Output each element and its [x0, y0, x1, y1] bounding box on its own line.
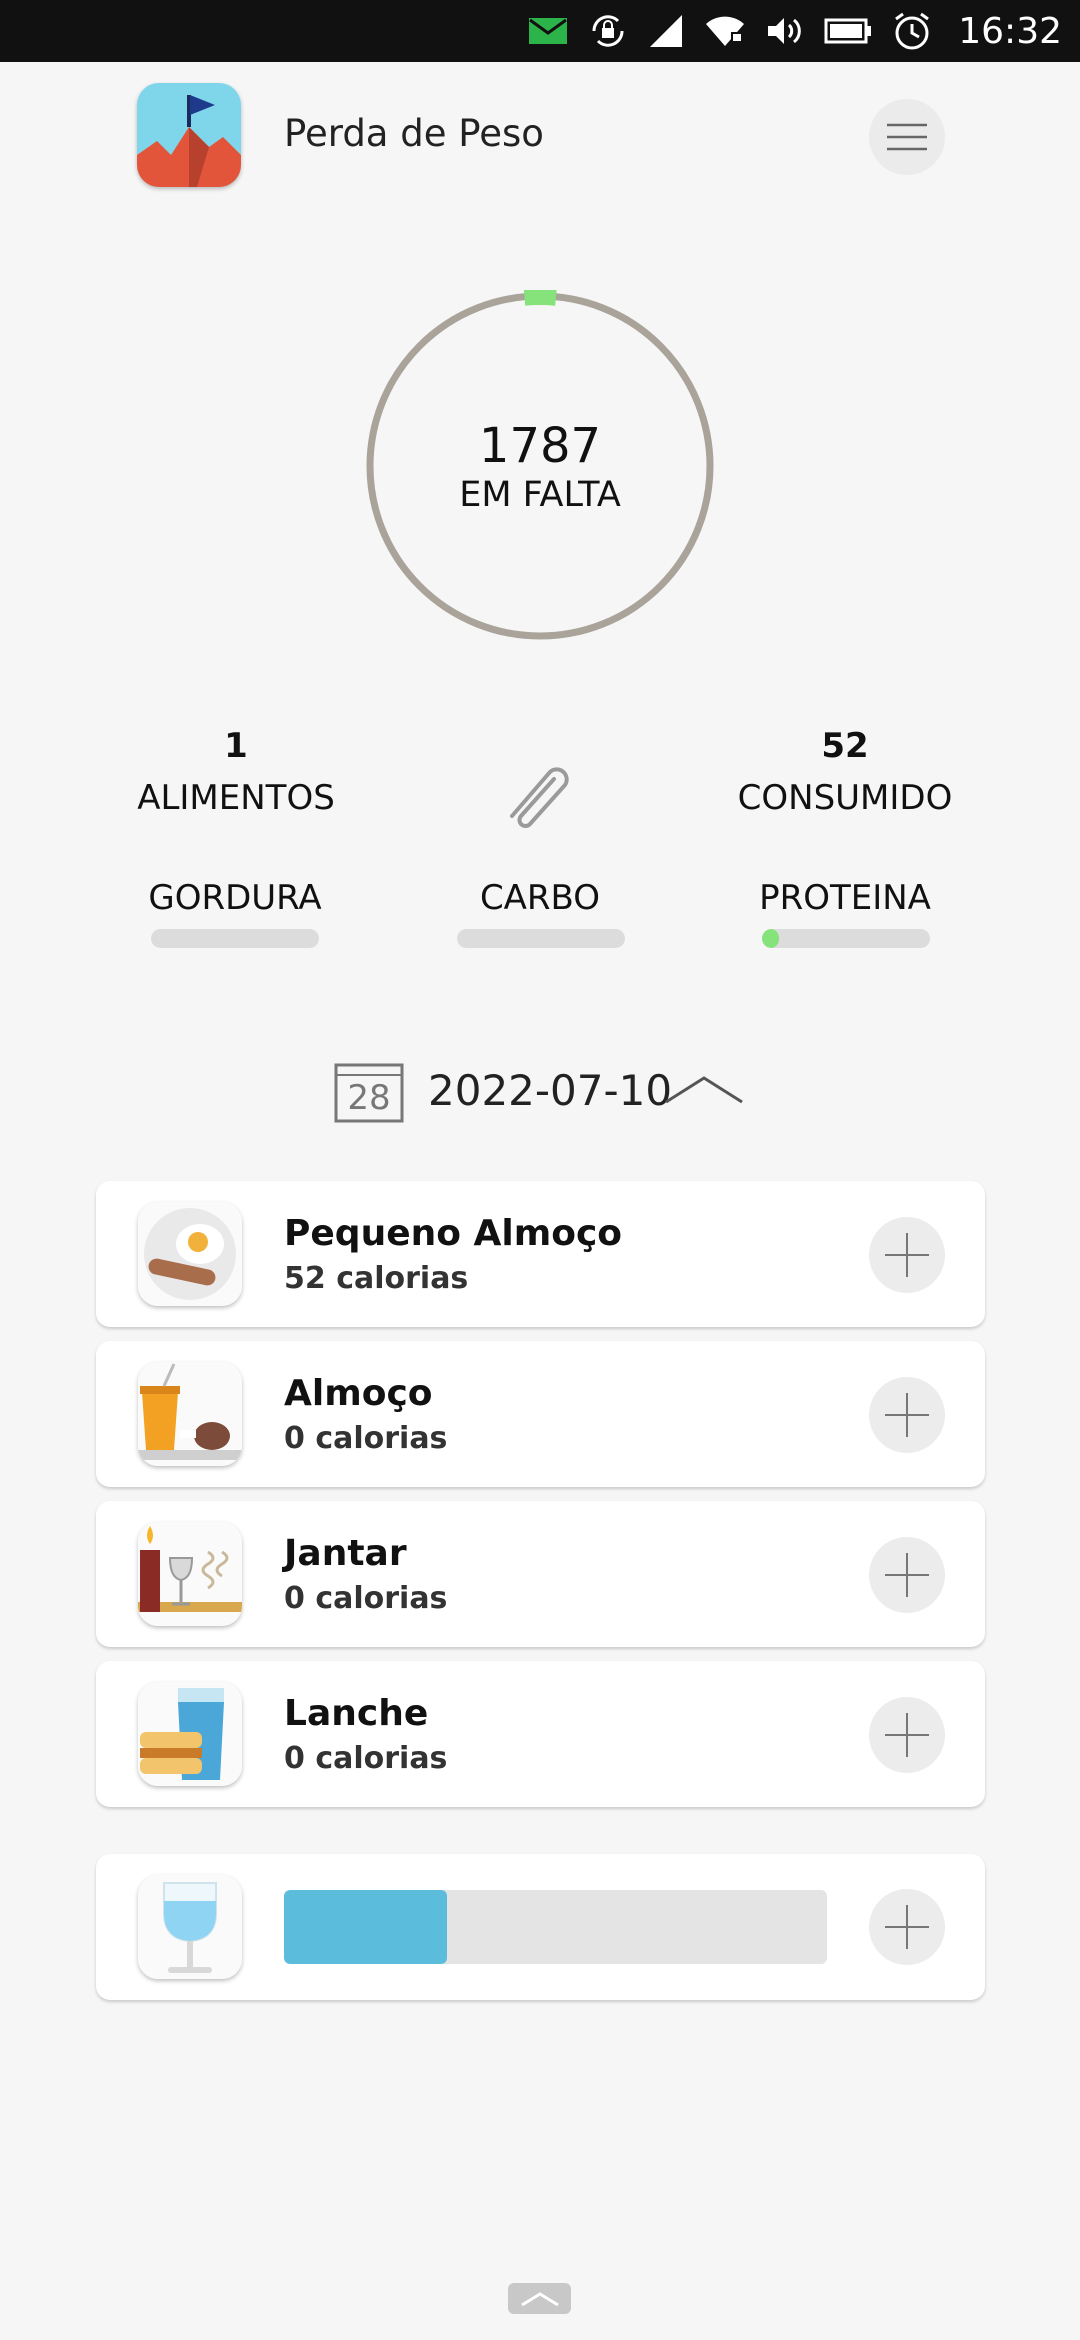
lunch-icon	[138, 1362, 242, 1466]
signal-icon	[650, 15, 683, 47]
status-bar: 16:32	[0, 0, 1080, 62]
breakfast-icon	[138, 1202, 242, 1306]
alarm-icon	[895, 12, 930, 50]
meal-name: Jantar	[284, 1533, 407, 1574]
lock-rotation-icon	[592, 15, 624, 47]
date-value[interactable]: 2022-07-10	[428, 1066, 672, 1115]
add-lunch-button[interactable]	[869, 1377, 945, 1453]
dinner-icon	[138, 1522, 242, 1626]
hamburger-menu-icon[interactable]	[869, 99, 945, 175]
meal-name: Almoço	[284, 1373, 433, 1414]
consumed-value: 52	[821, 726, 869, 766]
chevron-up-icon	[520, 2291, 559, 2306]
consumed-label: CONSUMIDO	[737, 778, 953, 818]
add-dinner-button[interactable]	[869, 1537, 945, 1613]
meal-name: Lanche	[284, 1693, 429, 1734]
meal-calories: 0 calorias	[284, 1581, 448, 1616]
app-title: Perda de Peso	[284, 112, 544, 155]
add-snack-button[interactable]	[869, 1697, 945, 1773]
meal-card-lunch[interactable]: Almoço 0 calorias	[96, 1341, 985, 1487]
status-time: 16:32	[958, 10, 1062, 52]
water-progress-bar	[284, 1890, 827, 1964]
meal-card-breakfast[interactable]: Pequeno Almoço 52 calorias	[96, 1181, 985, 1327]
macro-bar-protein	[762, 929, 930, 948]
macro-label-carbs: CARBO	[479, 878, 601, 918]
volume-icon	[768, 18, 802, 44]
water-card[interactable]	[96, 1854, 985, 2000]
macro-label-fat: GORDURA	[148, 878, 322, 918]
bottom-edge-handle[interactable]	[508, 2283, 571, 2314]
water-glass-icon	[138, 1875, 242, 1979]
macro-bar-fat	[151, 929, 319, 948]
add-breakfast-button[interactable]	[869, 1217, 945, 1293]
add-water-button[interactable]	[869, 1889, 945, 1965]
meal-card-snack[interactable]: Lanche 0 calorias	[96, 1661, 985, 1807]
meal-calories: 0 calorias	[284, 1741, 448, 1776]
chevron-up-icon[interactable]	[662, 1072, 746, 1106]
mountain-flag-icon[interactable]	[137, 83, 241, 187]
foods-count: 1	[224, 726, 248, 766]
meal-card-dinner[interactable]: Jantar 0 calorias	[96, 1501, 985, 1647]
plus-icon	[885, 1905, 929, 1949]
snack-icon	[138, 1682, 242, 1786]
plus-icon	[885, 1393, 929, 1437]
macro-fill-protein	[762, 929, 779, 948]
macro-label-protein: PROTEINA	[759, 878, 931, 918]
paperclip-icon[interactable]	[502, 758, 578, 828]
meal-name: Pequeno Almoço	[284, 1213, 623, 1254]
calories-remaining-label: EM FALTA	[459, 475, 621, 515]
calendar-day: 28	[347, 1078, 390, 1118]
plus-icon	[885, 1713, 929, 1757]
battery-icon	[824, 18, 872, 44]
plus-icon	[885, 1553, 929, 1597]
meal-calories: 52 calorias	[284, 1261, 469, 1296]
calendar-icon[interactable]: 28	[334, 1063, 404, 1123]
calories-remaining: 1787	[478, 418, 602, 474]
mail-icon	[529, 18, 568, 44]
foods-label: ALIMENTOS	[137, 778, 335, 818]
meal-calories: 0 calorias	[284, 1421, 448, 1456]
wifi-icon	[706, 16, 745, 46]
plus-icon	[885, 1233, 929, 1277]
water-progress-fill	[284, 1890, 447, 1964]
macro-bar-carbs	[457, 929, 625, 948]
